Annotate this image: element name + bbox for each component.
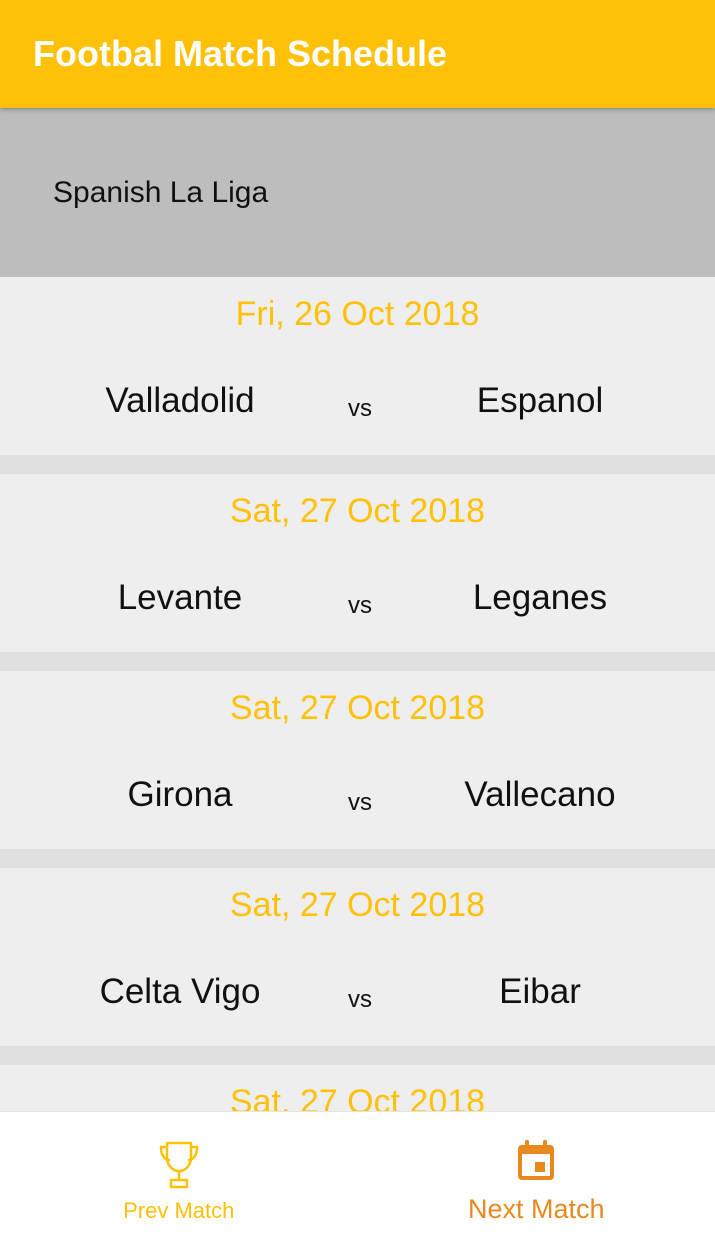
app-bar: Footbal Match Schedule bbox=[0, 0, 715, 108]
match-card[interactable]: Fri, 26 Oct 2018 Valladolid vs Espanol bbox=[0, 277, 715, 455]
match-date: Sat, 27 Oct 2018 bbox=[229, 689, 486, 727]
away-team: Espanol bbox=[476, 381, 604, 420]
away-team: Vallecano bbox=[464, 775, 616, 814]
home-team: Levante bbox=[117, 578, 243, 617]
away-team: Leganes bbox=[472, 578, 608, 617]
vs-label: vs bbox=[348, 789, 372, 816]
match-list[interactable]: Fri, 26 Oct 2018 Valladolid vs Espanol S… bbox=[0, 277, 715, 1111]
away-team: Eibar bbox=[499, 972, 581, 1011]
match-card[interactable]: Sat, 27 Oct 2018 Girona vs Vallecano bbox=[0, 671, 715, 849]
home-team: Valladolid bbox=[105, 381, 255, 420]
vs-label: vs bbox=[348, 592, 372, 619]
nav-next-match[interactable]: Next Match bbox=[358, 1112, 715, 1237]
match-date: Sat, 27 Oct 2018 bbox=[229, 886, 486, 924]
nav-prev-match[interactable]: Prev Match bbox=[0, 1112, 358, 1237]
match-card[interactable]: Sat, 27 Oct 2018 Levante vs Leganes bbox=[0, 474, 715, 652]
vs-label: vs bbox=[348, 986, 372, 1013]
nav-prev-label: Prev Match bbox=[123, 1198, 235, 1223]
home-team: Celta Vigo bbox=[99, 972, 261, 1011]
match-date: Sat, 27 Oct 2018 bbox=[229, 492, 486, 530]
match-date: Sat, 27 Oct 2018 bbox=[229, 1083, 486, 1111]
app-title: Footbal Match Schedule bbox=[33, 33, 448, 74]
league-bar: Spanish La Liga bbox=[0, 108, 715, 277]
match-date: Fri, 26 Oct 2018 bbox=[235, 295, 480, 333]
home-team: Girona bbox=[127, 775, 233, 814]
match-card[interactable]: Sat, 27 Oct 2018 bbox=[0, 1065, 715, 1111]
league-spinner[interactable]: Spanish La Liga bbox=[53, 176, 268, 210]
vs-label: vs bbox=[348, 395, 372, 422]
bottom-navigation: Prev Match Next Match bbox=[0, 1111, 715, 1237]
nav-next-label: Next Match bbox=[467, 1194, 605, 1224]
trophy-icon bbox=[158, 1140, 200, 1195]
match-card[interactable]: Sat, 27 Oct 2018 Celta Vigo vs Eibar bbox=[0, 868, 715, 1046]
app-screen: Footbal Match Schedule Spanish La Liga F… bbox=[0, 0, 715, 1237]
calendar-icon bbox=[516, 1140, 556, 1187]
